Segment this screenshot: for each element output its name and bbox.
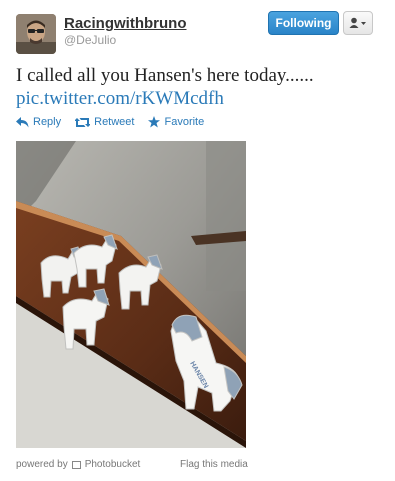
- flag-media-link[interactable]: Flag this media: [180, 459, 248, 470]
- favorite-button[interactable]: Favorite: [148, 116, 204, 128]
- retweet-icon: [75, 117, 91, 127]
- favorite-label: Favorite: [164, 116, 205, 128]
- powered-by-text: powered by: [16, 459, 68, 470]
- retweet-label: Retweet: [94, 116, 135, 128]
- retweet-button[interactable]: Retweet: [75, 116, 134, 128]
- reply-label: Reply: [33, 116, 62, 128]
- following-button[interactable]: Following: [268, 11, 339, 35]
- tweet-media-link[interactable]: pic.twitter.com/rKWMcdfh: [16, 88, 224, 110]
- photobucket-icon: [71, 460, 81, 469]
- tweet-photo[interactable]: HANSEN: [16, 141, 246, 448]
- avatar[interactable]: [16, 14, 56, 54]
- reply-button[interactable]: Reply: [16, 116, 61, 128]
- tweet-text: I called all you Hansen's here today....…: [16, 65, 314, 86]
- reply-icon: [16, 116, 29, 127]
- star-icon: [148, 116, 161, 128]
- tweet-actions: Reply Retweet Favorite: [16, 116, 204, 128]
- user-handle: @DeJulio: [64, 33, 117, 47]
- media-footer: powered by Photobucket: [16, 459, 140, 470]
- display-name[interactable]: Racingwithbruno: [64, 15, 187, 32]
- user-dropdown-icon: [349, 17, 366, 28]
- photobucket-link[interactable]: Photobucket: [85, 459, 141, 470]
- user-actions-button[interactable]: [343, 11, 373, 35]
- following-button-label: Following: [275, 16, 332, 30]
